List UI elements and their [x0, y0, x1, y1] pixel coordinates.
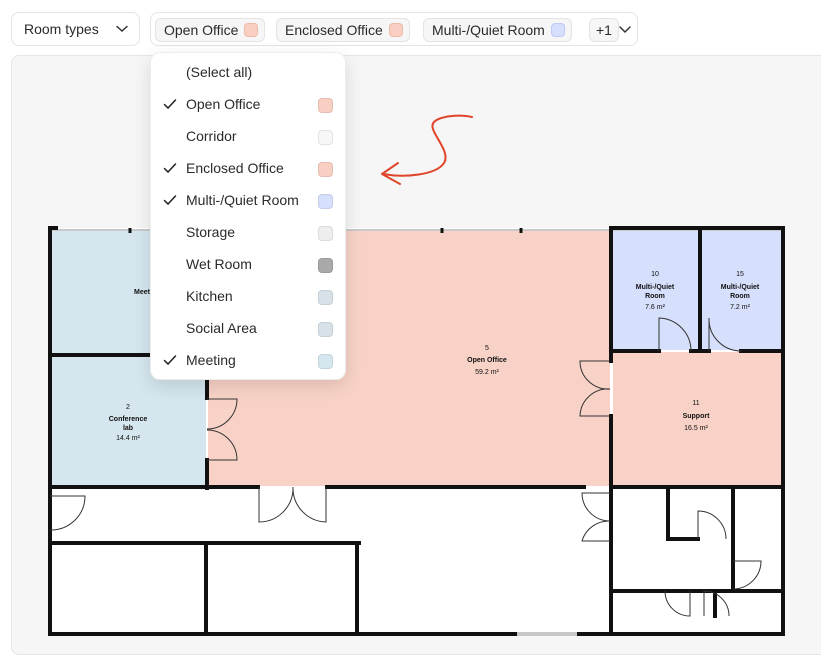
- menu-item[interactable]: Kitchen: [151, 281, 347, 313]
- room-types-dropdown-button[interactable]: Room types: [11, 12, 140, 46]
- menu-item[interactable]: Wet Room: [151, 249, 347, 281]
- menu-item[interactable]: Meeting: [151, 345, 347, 377]
- room-number: 15: [736, 271, 744, 278]
- checkmark-icon: [163, 355, 177, 366]
- menu-item[interactable]: Open Office: [151, 89, 347, 121]
- room-label-meeting: Meet: [134, 289, 151, 296]
- chip-label: Open Office: [164, 22, 239, 38]
- checkmark-icon: [163, 99, 177, 110]
- menu-item-label: Storage: [186, 224, 236, 240]
- menu-item[interactable]: Enclosed Office: [151, 153, 347, 185]
- color-swatch: [550, 23, 565, 37]
- chevron-down-icon: [116, 25, 128, 33]
- room-number: 2: [126, 404, 130, 411]
- color-swatch: [388, 23, 403, 37]
- room-name: Multi-/Quiet: [636, 284, 675, 291]
- room-name: Multi-/Quiet: [721, 284, 760, 291]
- menu-item[interactable]: Social Area: [151, 313, 347, 345]
- menu-item-label: Social Area: [186, 320, 257, 336]
- menu-item-label: Multi-/Quiet Room: [186, 192, 299, 208]
- room-types-label: Room types: [24, 21, 99, 37]
- color-swatch: [318, 258, 333, 273]
- color-swatch: [318, 322, 333, 337]
- checkmark-icon: [163, 195, 177, 206]
- room-area: 14.4 m²: [116, 435, 140, 442]
- more-chips-badge[interactable]: +1: [589, 18, 619, 42]
- room-types-menu: (Select all) Open Office Corridor Enclosed …: [150, 52, 346, 380]
- menu-item-label: Open Office: [186, 96, 261, 112]
- room-number: 5: [485, 345, 489, 352]
- room-area: 7.2 m²: [730, 304, 751, 311]
- chevron-down-icon[interactable]: [618, 22, 632, 38]
- room-name: Conference: [109, 416, 148, 423]
- room-number: 10: [651, 271, 659, 278]
- chip-enclosed-office[interactable]: Enclosed Office: [276, 18, 410, 42]
- color-swatch: [318, 290, 333, 305]
- menu-item-label: Meeting: [186, 352, 236, 368]
- menu-item-label: Wet Room: [186, 256, 252, 272]
- color-swatch: [318, 162, 333, 177]
- color-swatch: [318, 354, 333, 369]
- more-count: +1: [596, 22, 612, 38]
- menu-item-label: (Select all): [186, 64, 253, 80]
- room-name: Open Office: [467, 357, 507, 364]
- room-name-line2: Room: [645, 293, 665, 300]
- room-area: 7.6 m²: [645, 304, 666, 311]
- annotation-arrow-icon: [381, 114, 473, 185]
- selected-room-types[interactable]: Open Office Enclosed Office Multi-/Quiet…: [150, 12, 638, 46]
- menu-item[interactable]: (Select all): [151, 57, 347, 89]
- menu-item[interactable]: Storage: [151, 217, 347, 249]
- checkmark-icon: [163, 163, 177, 174]
- room-number: 11: [692, 400, 699, 407]
- chip-label: Enclosed Office: [285, 22, 383, 38]
- menu-item[interactable]: Multi-/Quiet Room: [151, 185, 347, 217]
- chip-multi-quiet-room[interactable]: Multi-/Quiet Room: [423, 18, 572, 42]
- chip-label: Multi-/Quiet Room: [432, 22, 545, 38]
- color-swatch: [318, 226, 333, 241]
- color-swatch: [244, 23, 259, 37]
- menu-item-label: Corridor: [186, 128, 237, 144]
- menu-item[interactable]: Corridor: [151, 121, 347, 153]
- color-swatch: [318, 194, 333, 209]
- color-swatch: [318, 98, 333, 113]
- room-area: 16.5 m²: [684, 425, 708, 432]
- room-name-line2: Room: [730, 293, 750, 300]
- room-name: Support: [683, 413, 710, 420]
- menu-item-label: Enclosed Office: [186, 160, 284, 176]
- room-area: 59.2 m²: [475, 369, 499, 376]
- menu-item-label: Kitchen: [186, 288, 233, 304]
- chip-open-office[interactable]: Open Office: [155, 18, 266, 42]
- color-swatch: [318, 130, 333, 145]
- room-name-line2: lab: [123, 425, 133, 432]
